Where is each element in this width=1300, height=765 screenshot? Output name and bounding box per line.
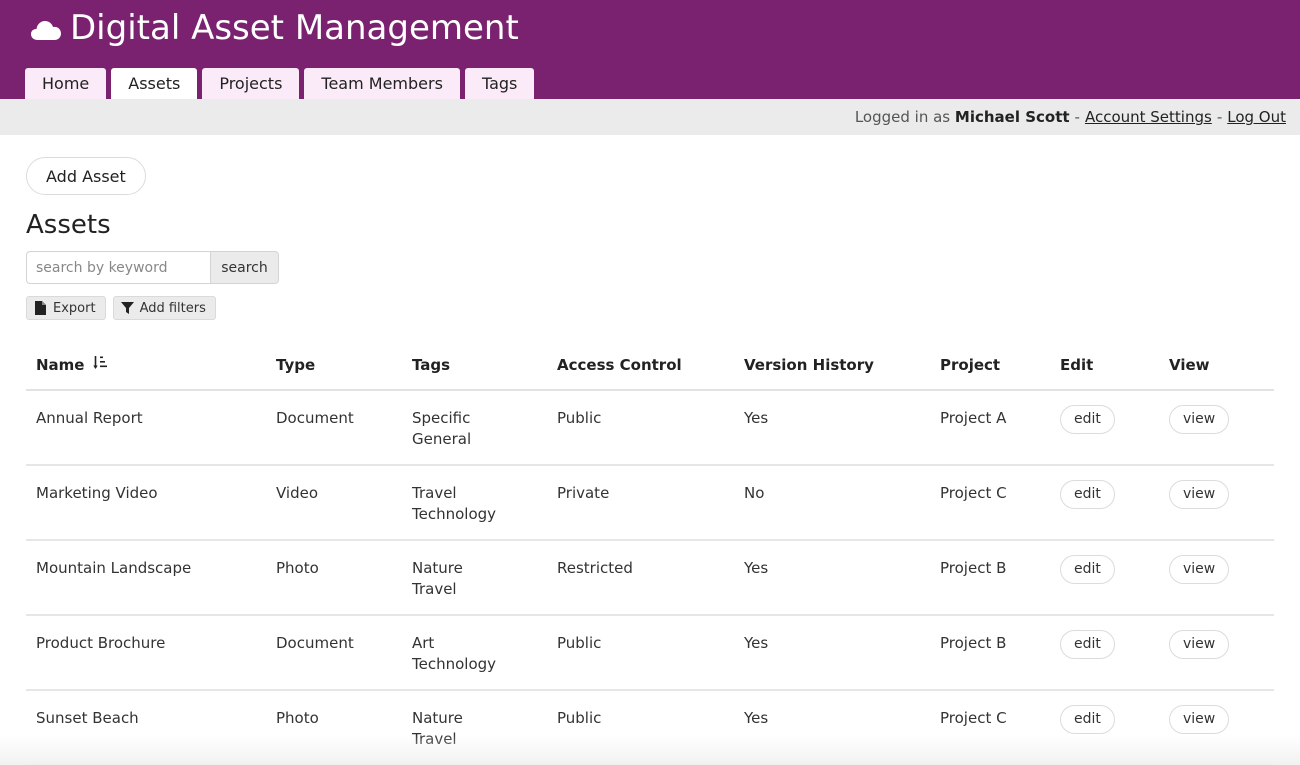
asset-access: Public	[547, 390, 734, 466]
filter-icon	[120, 302, 134, 314]
asset-name: Annual Report	[26, 390, 266, 466]
add-filters-label: Add filters	[139, 300, 206, 316]
separator: -	[1074, 108, 1080, 126]
brand[interactable]: Digital Asset Management	[30, 8, 519, 48]
username: Michael Scott	[954, 108, 1070, 126]
asset-type: Document	[266, 615, 402, 691]
column-header-type[interactable]: Type	[266, 340, 402, 391]
table-row: Mountain Landscape Photo Nature Travel R…	[26, 540, 1274, 616]
asset-project: Project B	[930, 615, 1050, 691]
search-input[interactable]	[26, 251, 210, 284]
view-button[interactable]: view	[1169, 555, 1230, 584]
asset-type: Video	[266, 465, 402, 541]
asset-version-history: No	[734, 465, 930, 541]
tag: Nature	[412, 559, 463, 577]
app-header: Digital Asset Management Home Assets Pro…	[0, 0, 1300, 99]
asset-access: Public	[547, 690, 734, 765]
tab-home[interactable]: Home	[25, 68, 107, 99]
table-header-row: Name Type Tags Access Control Version Hi…	[26, 340, 1274, 391]
tag: Travel	[412, 484, 457, 502]
user-bar: Logged in as Michael Scott - Account Set…	[0, 99, 1300, 135]
asset-access: Public	[547, 615, 734, 691]
asset-tags: Specific General	[402, 390, 547, 466]
asset-version-history: Yes	[734, 690, 930, 765]
tag: Travel	[412, 730, 457, 748]
logout-link[interactable]: Log Out	[1227, 108, 1286, 126]
table-row: Annual Report Document Specific General …	[26, 390, 1274, 466]
account-settings-link[interactable]: Account Settings	[1085, 108, 1212, 126]
export-button[interactable]: Export	[26, 296, 106, 320]
main-content: Add Asset Assets search Export Add filte…	[0, 135, 1300, 765]
asset-type: Photo	[266, 540, 402, 616]
column-header-access-control[interactable]: Access Control	[547, 340, 734, 391]
edit-button[interactable]: edit	[1060, 705, 1115, 734]
column-header-tags[interactable]: Tags	[402, 340, 547, 391]
export-label: Export	[53, 300, 96, 316]
tab-tags[interactable]: Tags	[464, 68, 535, 99]
asset-version-history: Yes	[734, 390, 930, 466]
tag: Technology	[412, 655, 497, 673]
column-header-project[interactable]: Project	[930, 340, 1050, 391]
sort-ascending-icon[interactable]	[93, 355, 107, 371]
tab-team-members[interactable]: Team Members	[304, 68, 460, 99]
asset-access: Private	[547, 465, 734, 541]
main-nav: Home Assets Projects Team Members Tags	[25, 68, 535, 99]
column-header-name[interactable]: Name	[26, 340, 266, 391]
edit-button[interactable]: edit	[1060, 555, 1115, 584]
tag: Art	[412, 634, 435, 652]
view-button[interactable]: view	[1169, 705, 1230, 734]
cloud-icon	[31, 21, 61, 40]
table-tools: Export Add filters	[26, 296, 1274, 320]
tag: Nature	[412, 709, 463, 727]
asset-version-history: Yes	[734, 540, 930, 616]
asset-tags: Art Technology	[402, 615, 547, 691]
asset-tags: Nature Travel	[402, 690, 547, 765]
column-header-version-history[interactable]: Version History	[734, 340, 930, 391]
asset-project: Project C	[930, 690, 1050, 765]
view-button[interactable]: view	[1169, 630, 1230, 659]
asset-access: Restricted	[547, 540, 734, 616]
tag: Specific	[412, 409, 471, 427]
view-button[interactable]: view	[1169, 480, 1230, 509]
asset-type: Document	[266, 390, 402, 466]
separator: -	[1216, 108, 1223, 126]
logged-in-label: Logged in as	[854, 108, 951, 126]
asset-tags: Nature Travel	[402, 540, 547, 616]
asset-version-history: Yes	[734, 615, 930, 691]
asset-name: Mountain Landscape	[26, 540, 266, 616]
asset-project: Project C	[930, 465, 1050, 541]
view-button[interactable]: view	[1169, 405, 1230, 434]
column-header-edit: Edit	[1050, 340, 1159, 391]
add-filters-button[interactable]: Add filters	[112, 296, 216, 320]
search-form: search	[26, 251, 279, 284]
edit-button[interactable]: edit	[1060, 480, 1115, 509]
file-icon	[35, 301, 46, 315]
edit-button[interactable]: edit	[1060, 405, 1115, 434]
table-row: Sunset Beach Photo Nature Travel Public …	[26, 690, 1274, 765]
asset-name: Sunset Beach	[26, 690, 266, 765]
asset-name: Product Brochure	[26, 615, 266, 691]
tag: Technology	[412, 505, 497, 523]
column-header-view: View	[1159, 340, 1274, 391]
tag: General	[412, 430, 472, 448]
table-row: Product Brochure Document Art Technology…	[26, 615, 1274, 691]
tab-assets[interactable]: Assets	[111, 68, 198, 99]
asset-project: Project A	[930, 390, 1050, 466]
asset-name: Marketing Video	[26, 465, 266, 541]
page-title: Assets	[26, 210, 111, 240]
edit-button[interactable]: edit	[1060, 630, 1115, 659]
asset-project: Project B	[930, 540, 1050, 616]
tag: Travel	[412, 580, 457, 598]
asset-tags: Travel Technology	[402, 465, 547, 541]
add-asset-button[interactable]: Add Asset	[26, 157, 146, 195]
asset-type: Photo	[266, 690, 402, 765]
assets-table: Name Type Tags Access Control Version Hi…	[26, 340, 1274, 765]
tab-projects[interactable]: Projects	[202, 68, 300, 99]
app-title: Digital Asset Management	[70, 8, 519, 48]
search-button[interactable]: search	[210, 251, 279, 284]
table-row: Marketing Video Video Travel Technology …	[26, 465, 1274, 541]
